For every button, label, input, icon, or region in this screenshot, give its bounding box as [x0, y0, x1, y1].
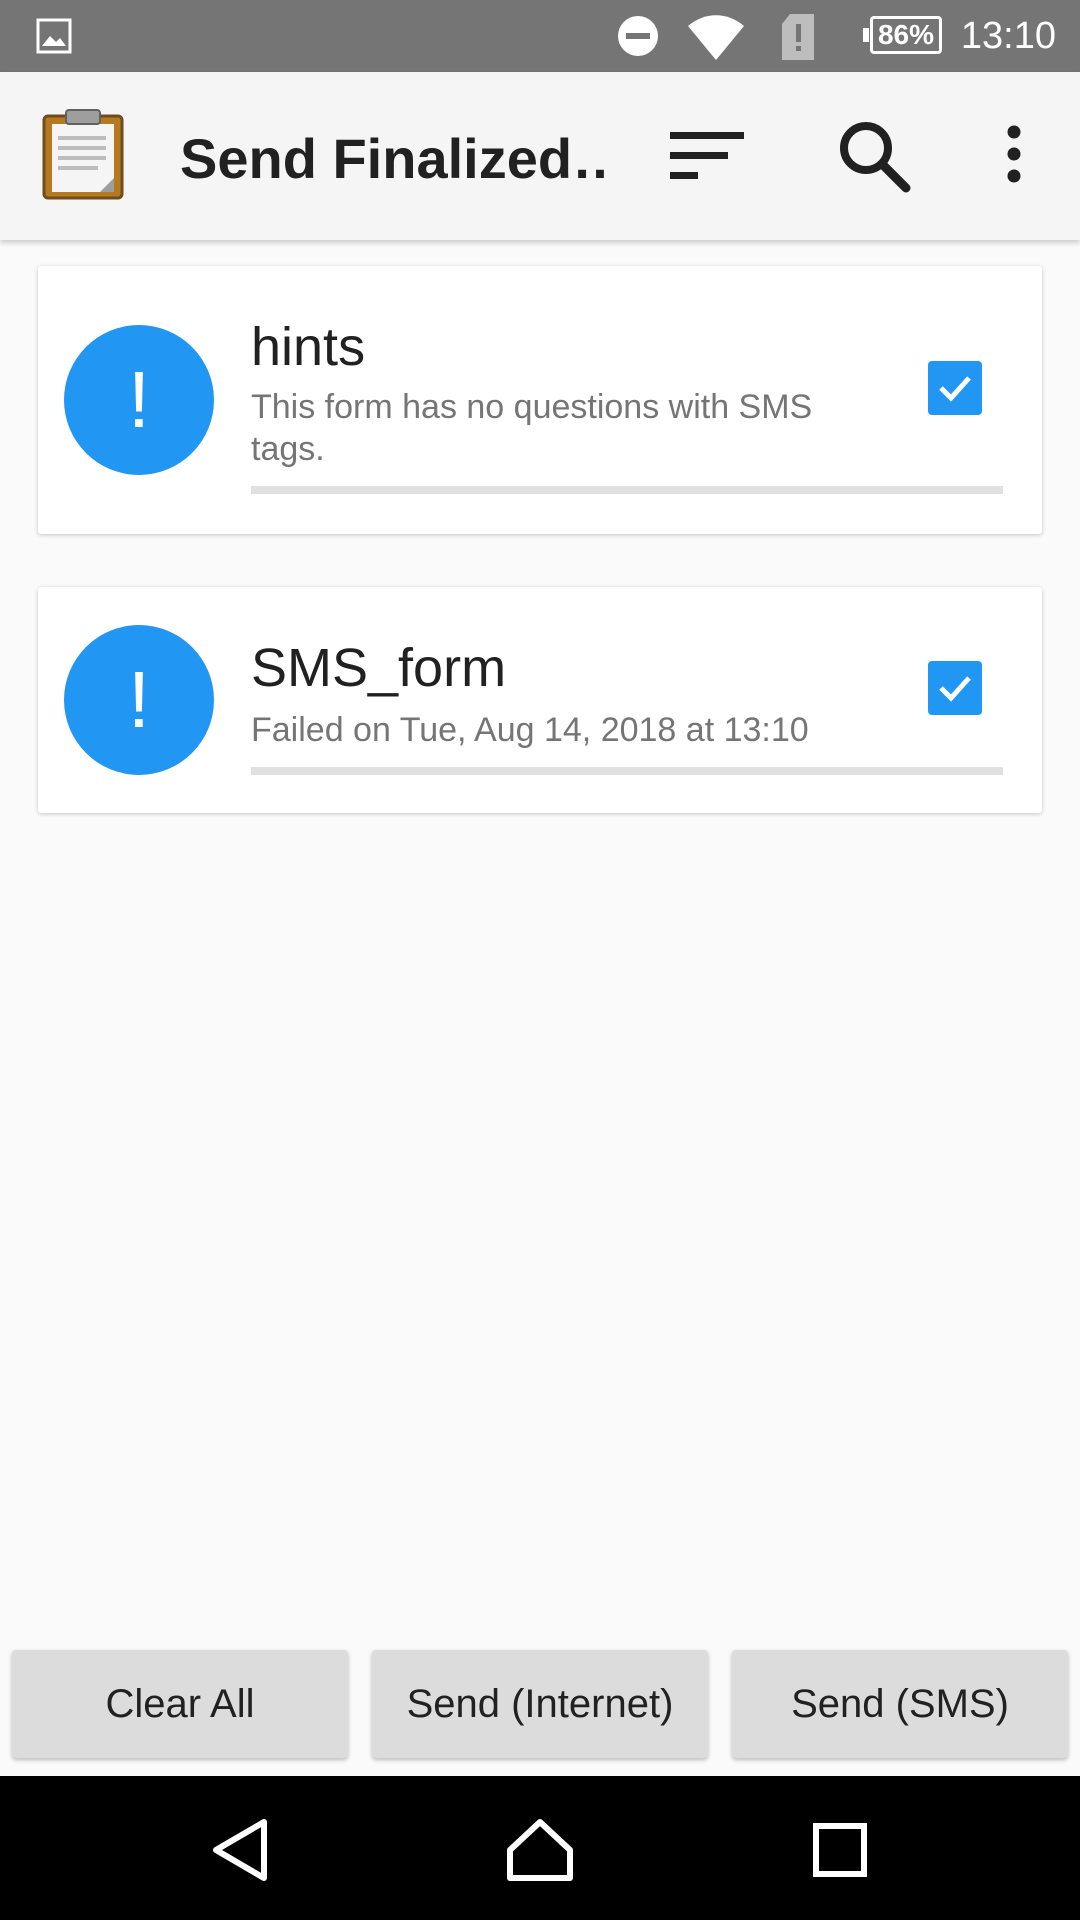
- form-title: hints: [251, 317, 366, 377]
- status-bar: 86% 13:10: [0, 0, 1080, 72]
- list-item[interactable]: ! hints This form has no questions with …: [38, 266, 1042, 534]
- form-subtitle: This form has no questions with SMS tags…: [251, 388, 813, 468]
- checkmark-icon: [939, 676, 971, 702]
- checkmark-icon: [939, 376, 971, 402]
- form-checkbox[interactable]: [928, 361, 982, 415]
- form-title: SMS_form: [251, 638, 507, 698]
- do-not-disturb-icon: [618, 16, 658, 56]
- sim-alert-icon: [782, 14, 814, 60]
- wifi-icon: [688, 15, 744, 60]
- clear-all-button[interactable]: Clear All: [12, 1650, 348, 1758]
- page-title: Send Finalized…: [180, 127, 610, 190]
- form-checkbox[interactable]: [928, 661, 982, 715]
- sort-icon[interactable]: [670, 130, 746, 182]
- clock: 13:10: [960, 14, 1056, 57]
- search-icon[interactable]: [836, 118, 912, 194]
- back-icon[interactable]: [210, 1818, 270, 1882]
- clipboard-icon: [42, 109, 124, 200]
- recents-icon[interactable]: [812, 1822, 868, 1878]
- more-vert-icon[interactable]: [998, 124, 1030, 184]
- battery-level: 86%: [877, 19, 935, 50]
- list-item[interactable]: ! SMS_form Failed on Tue, Aug 14, 2018 a…: [38, 587, 1042, 813]
- status-icon-glyph: !: [127, 655, 151, 744]
- battery-icon: 86%: [863, 16, 942, 54]
- navigation-bar: [0, 1776, 1080, 1920]
- alert-status-icon: !: [64, 625, 214, 775]
- alert-status-icon: !: [64, 325, 214, 475]
- image-icon: [36, 18, 72, 54]
- progress-divider: [251, 767, 1003, 775]
- home-icon[interactable]: [506, 1818, 574, 1882]
- send-sms-button[interactable]: Send (SMS): [732, 1650, 1068, 1758]
- status-icon-glyph: !: [127, 355, 151, 444]
- send-internet-button[interactable]: Send (Internet): [372, 1650, 708, 1758]
- progress-divider: [251, 486, 1003, 494]
- app-bar: Send Finalized…: [0, 72, 1080, 240]
- form-subtitle: Failed on Tue, Aug 14, 2018 at 13:10: [251, 711, 809, 749]
